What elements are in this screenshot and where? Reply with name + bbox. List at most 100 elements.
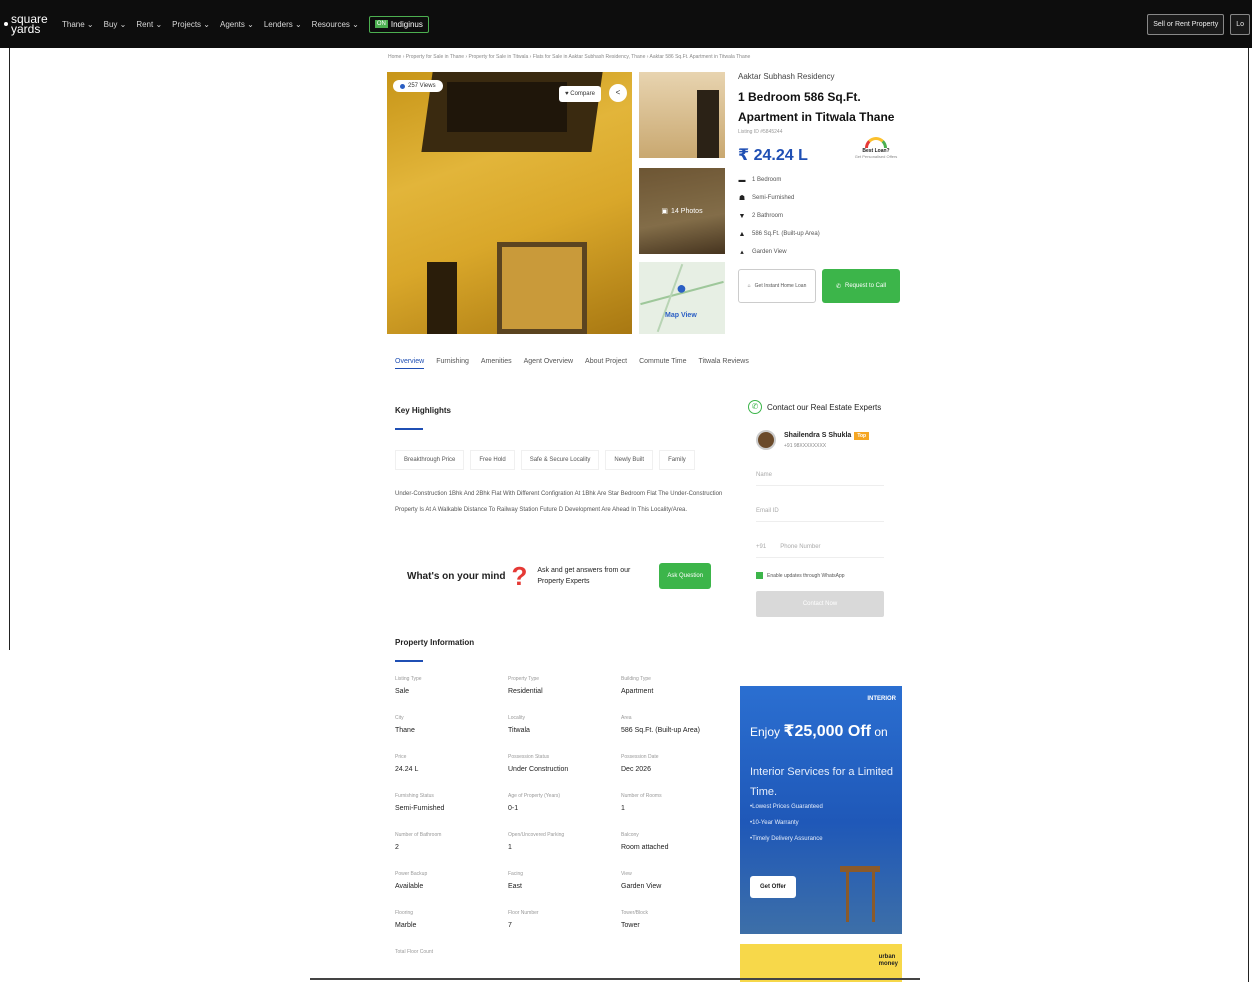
key-highlights-title: Key Highlights [395,406,452,415]
info-cell: Property Type Residential [508,676,543,695]
home-loan-button[interactable]: ⌂ Get Instant Home Loan [738,269,816,303]
tab-about-project[interactable]: About Project [585,358,627,369]
views-count: 257 Views [408,83,436,89]
nav-rent[interactable]: Rent ⌄ [136,20,162,29]
info-cell: Possession Date Dec 2026 [621,754,659,773]
ask-text: Ask and get answers from our Property Ex… [537,567,631,585]
main-nav: Thane ⌄ Buy ⌄ Rent ⌄ Projects ⌄ Agents ⌄… [62,15,429,33]
indiginus-label: Indiginus [390,19,423,29]
property-info-title: Property Information [395,638,475,647]
ask-question-button[interactable]: Ask Question [659,563,712,589]
main-property-photo[interactable]: 257 Views ♥ Compare < [387,72,632,334]
info-cell: Floor Number 7 [508,910,539,929]
nav-projects[interactable]: Projects ⌄ [172,20,210,29]
nav-indiginus[interactable]: ON Indiginus [368,15,429,33]
name-field[interactable]: Name [756,464,884,486]
info-cell: Area 586 Sq.Ft. (Built-up Area) [621,715,700,734]
phone-circle-icon: ✆ [748,400,762,414]
top-navbar: square yards Thane ⌄ Buy ⌄ Rent ⌄ Projec… [0,0,1252,48]
loan-gauge[interactable]: Best Loan? Get Personalised Offers [850,137,902,159]
info-cell: Number of Bathroom 2 [395,832,442,851]
get-offer-button[interactable]: Get Offer [750,876,797,898]
request-call-button[interactable]: ✆ Request to Call [822,269,900,303]
contact-form: ✆ Contact our Real Estate Experts Shaile… [748,400,908,617]
ad-discount: ₹25,000 Off [783,723,871,740]
property-title: 1 Bedroom 586 Sq.Ft. Apartment in Titwal… [738,90,895,124]
info-cell: City Thane [395,715,415,734]
ask-heading: What's on your mind [407,570,506,582]
map-view-thumbnail[interactable]: ● Map View [639,262,725,334]
nav-resources[interactable]: Resources ⌄ [312,20,359,29]
area-icon: ▲ [738,230,746,238]
info-cell: Possession Status Under Construction [508,754,569,773]
tab-reviews[interactable]: Titwala Reviews [699,358,749,369]
tab-overview[interactable]: Overview [395,358,425,369]
view-icon: ▴ [740,249,744,256]
tab-furnishing[interactable]: Furnishing [436,358,469,369]
info-cell: Furnishing Status Semi-Furnished [395,793,445,812]
info-cell: Listing Type Sale [395,676,422,695]
nav-lenders[interactable]: Lenders ⌄ [264,20,302,29]
tab-agent-overview[interactable]: Agent Overview [524,358,573,369]
feature-bedroom: ▬ 1 Bedroom [738,176,782,184]
avatar [756,430,776,450]
tab-commute-time[interactable]: Commute Time [639,358,686,369]
highlight-chip: Newly Built [605,450,654,470]
camera-icon: ▣ [661,208,669,215]
nav-buy[interactable]: Buy ⌄ [104,20,127,29]
property-info-grid: Listing Type Sale Property Type Residentia… [395,676,725,955]
frame-right [1248,48,1249,982]
feature-view: ▴ Garden View [738,243,908,261]
nav-thane[interactable]: Thane ⌄ [62,20,94,29]
share-icon[interactable]: < [609,84,627,102]
compare-button[interactable]: ♥ Compare [559,86,601,102]
map-pin-icon: ● [676,278,687,298]
ad-brand: INTERIOR [867,696,896,702]
info-cell: Age of Property (Years) 0-1 [508,793,561,812]
sell-or-rent-button[interactable]: Sell or Rent Property [1147,13,1225,35]
agent-phone: +91 98XXXXXXXX [784,442,827,449]
info-cell: Number of Rooms 1 [621,793,662,812]
project-name[interactable]: Aaktar Subhash Residency [738,72,908,81]
highlight-chip: Family [659,450,695,470]
bank-icon: ⌂ [747,283,751,289]
photo-thumbnail-2[interactable]: ▣ 14 Photos [639,168,725,254]
bath-icon: ▼ [738,212,746,220]
breadcrumb[interactable]: Home › Property for Sale in Thane › Prop… [388,54,750,60]
agent-name: Shailendra S Shukla [784,431,852,439]
eye-icon [400,83,405,89]
feature-area: ▲ 586 Sq.Ft. (Built-up Area) [738,230,820,238]
section-tabs: Overview Furnishing Amenities Agent Over… [395,358,749,369]
photo-thumbnail-1[interactable] [639,72,725,158]
logo-dot-icon [4,22,8,26]
feature-bathroom: ▼ 2 Bathroom [738,212,784,220]
feature-furnishing: ☗ Semi-Furnished [738,195,795,202]
highlight-chips: Breakthrough Price Free Hold Safe & Secu… [395,450,695,470]
nav-agents[interactable]: Agents ⌄ [220,20,254,29]
phone-field[interactable]: +91 Phone Number [756,536,884,558]
info-cell: View Garden View [621,871,662,890]
info-cell: Locality Titwala [508,715,530,734]
property-summary: Aaktar Subhash Residency 1 Bedroom 586 S… [738,72,908,303]
checkbox-icon[interactable] [756,572,763,579]
map-view-label: Map View [665,312,697,319]
info-cell: Flooring Marble [395,910,417,929]
highlight-chip: Safe & Secure Locality [520,450,600,470]
ad-bullets: Lowest Prices Guaranteed 10-Year Warrant… [750,804,823,852]
indiginus-tag: ON [374,20,388,28]
interior-ad-banner[interactable]: INTERIOR Enjoy ₹25,000 Off on Interior S… [740,686,902,934]
login-button[interactable]: Lo [1230,13,1250,35]
info-cell: Total Floor Count [395,949,434,955]
tab-amenities[interactable]: Amenities [481,358,512,369]
country-code[interactable]: +91 [756,544,766,557]
contact-title: Contact our Real Estate Experts [767,402,882,412]
info-cell: Building Type Apartment [621,676,654,695]
contact-now-button[interactable]: Contact Now [756,591,884,617]
whatsapp-consent[interactable]: Enable updates through WhatsApp [756,572,908,579]
urban-money-ad[interactable]: urban money [740,944,902,982]
views-badge: 257 Views [393,80,443,92]
agent-card: Shailendra S Shukla Top +91 98XXXXXXXX [756,430,908,450]
email-field[interactable]: Email ID [756,500,884,522]
square-yards-logo[interactable]: square yards [4,13,48,35]
info-cell: Balcony Room attached [621,832,669,851]
